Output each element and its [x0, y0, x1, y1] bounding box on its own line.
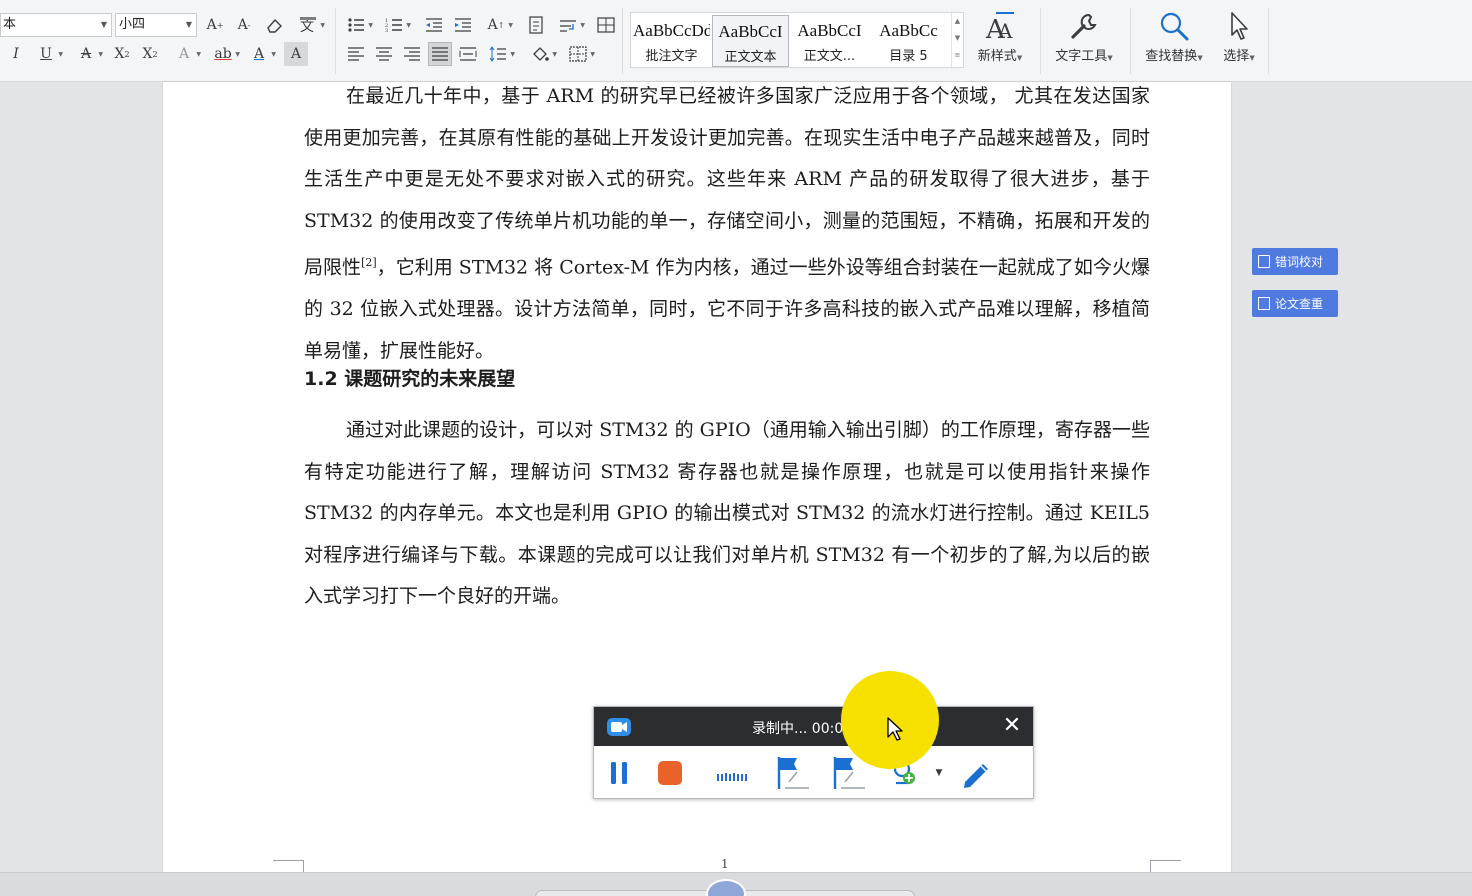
pause-icon: [611, 762, 627, 784]
screen-recorder-widget: 录制中... 00:0 ✕ ▼: [593, 706, 1034, 799]
pause-button[interactable]: [608, 756, 630, 790]
audio-level-button[interactable]: [716, 756, 748, 790]
style-body-text[interactable]: AaBbCcI 正文文本: [712, 15, 789, 67]
style-name: 目录 5: [889, 49, 928, 64]
svg-text:A: A: [997, 19, 1013, 42]
section-heading[interactable]: 1.2 课题研究的未来展望: [304, 364, 515, 391]
style-toc-5[interactable]: AaBbCc 目录 5: [870, 15, 947, 67]
select-label: 选择: [1223, 49, 1250, 64]
pointer-icon: [1214, 10, 1264, 42]
new-style-label: 新样式: [977, 49, 1017, 64]
mouse-cursor-icon: [887, 717, 903, 741]
audio-level-icon: [717, 773, 747, 781]
strikethrough-icon[interactable]: A ▼: [74, 42, 103, 66]
paragraph-1-text: 在最近几十年中，基于 ARM 的研究早已经被许多国家广泛应用于各个领域， 尤其在…: [304, 85, 1150, 279]
document-check-icon: [1258, 255, 1270, 268]
proofread-label: 错词校对: [1275, 255, 1324, 269]
table-insert-icon[interactable]: [594, 13, 618, 37]
char-shading-icon[interactable]: A: [284, 42, 308, 66]
text-tools-label: 文字工具: [1055, 49, 1108, 64]
style-name: 批注文字: [645, 49, 698, 64]
webcam-dropdown[interactable]: ▼: [932, 756, 946, 790]
style-body-text-2[interactable]: AaBbCcI 正文文...: [791, 15, 868, 67]
increase-indent-icon[interactable]: [451, 13, 475, 37]
align-right-icon[interactable]: [400, 42, 424, 66]
paragraph-2[interactable]: 通过对此课题的设计，可以对 STM32 的 GPIO（通用输入输出引脚）的工作原…: [304, 410, 1150, 618]
page-number: 1: [721, 857, 729, 871]
shrink-font-icon[interactable]: A-: [232, 13, 256, 37]
text-direction-icon[interactable]: A ↑ ▼: [484, 13, 513, 37]
font-name-value: 本: [3, 17, 17, 32]
style-preview: AaBbCc: [879, 21, 938, 40]
decrease-indent-icon[interactable]: [422, 13, 446, 37]
style-preview: AaBbCcDd: [633, 21, 710, 40]
line-spacing-icon[interactable]: ▼: [486, 42, 515, 66]
pen-icon: [964, 764, 988, 788]
phonetic-guide-icon[interactable]: 文 ▼: [296, 13, 325, 37]
citation-marker: [2]: [361, 256, 377, 270]
wrench-icon: [1048, 10, 1120, 42]
plagiarism-check-button[interactable]: 论文查重: [1252, 290, 1338, 317]
font-color-icon[interactable]: A ▼: [247, 42, 276, 66]
style-preview: AaBbCcI: [797, 21, 862, 40]
clear-format-icon[interactable]: [262, 13, 286, 37]
style-name: 正文文...: [803, 49, 856, 64]
stop-button[interactable]: [656, 756, 684, 790]
border-icon[interactable]: ▼: [566, 42, 595, 66]
recording-status: 录制中... 00:0: [752, 721, 844, 737]
find-replace-button[interactable]: 查找替换▼: [1138, 10, 1210, 72]
italic-icon[interactable]: I: [4, 42, 28, 66]
paragraph-1-tail: ，它利用 STM32 将 Cortex-M 作为内核，通过一些外设等组合封装在一…: [304, 256, 1150, 362]
superscript-icon[interactable]: X2: [110, 42, 134, 66]
new-style-icon: AA: [970, 10, 1030, 42]
ribbon-toolbar: 本 ▼ 小四 ▼ A + A- 文 ▼ ▼ 1 2 3 ▼ A ↑ ▼ ▼ I U ▼ A ▼ X2 …: [0, 0, 1472, 82]
recorder-header[interactable]: 录制中... 00:0 ✕: [594, 707, 1033, 746]
numbered-list-icon[interactable]: 1 2 3 ▼: [382, 13, 411, 37]
new-style-button[interactable]: AA 新样式▼: [970, 10, 1030, 72]
stop-icon: [658, 761, 682, 785]
svg-text:3: 3: [385, 28, 388, 33]
highlight-color-icon[interactable]: ab ▼: [211, 42, 240, 66]
style-comment-text[interactable]: AaBbCcDd 批注文字: [633, 15, 710, 67]
text-effect-icon[interactable]: A ▼: [172, 42, 201, 66]
underline-icon[interactable]: U ▼: [34, 42, 63, 66]
chevron-down-icon: ▼: [935, 768, 943, 778]
search-icon: [1138, 10, 1210, 42]
marker-start-button[interactable]: [774, 756, 814, 790]
select-button[interactable]: 选择▼: [1214, 10, 1264, 72]
style-gallery: AaBbCcDd 批注文字 AaBbCcI 正文文本 AaBbCcI 正文文..…: [630, 12, 964, 68]
sort-icon[interactable]: [524, 13, 548, 37]
plagiarism-label: 论文查重: [1275, 297, 1324, 311]
text-tools-button[interactable]: 文字工具▼: [1048, 10, 1120, 72]
chevron-down-icon: ▼: [185, 20, 192, 29]
gallery-scroll[interactable]: ▲ ▼ ≡: [951, 13, 963, 67]
camera-icon: [607, 718, 631, 736]
recorder-toolbar: ▼: [594, 746, 1033, 800]
shading-fill-icon[interactable]: ▼: [528, 42, 557, 66]
font-size-select[interactable]: 小四 ▼: [115, 13, 197, 37]
find-replace-label: 查找替换: [1145, 49, 1198, 64]
align-left-icon[interactable]: [344, 42, 368, 66]
font-name-select[interactable]: 本 ▼: [0, 13, 112, 37]
paragraph-1[interactable]: 在最近几十年中，基于 ARM 的研究早已经被许多国家广泛应用于各个领域， 尤其在…: [304, 76, 1150, 372]
style-name: 正文文本: [724, 50, 777, 65]
flag-marker-icon: [777, 757, 809, 789]
pen-annotation-button[interactable]: [958, 756, 994, 790]
distributed-align-icon[interactable]: [456, 42, 480, 66]
document-search-icon: [1258, 297, 1270, 310]
grow-font-icon[interactable]: A +: [203, 13, 227, 37]
bullet-list-icon[interactable]: ▼: [344, 13, 373, 37]
subscript-icon[interactable]: X2: [138, 42, 162, 66]
proofread-button[interactable]: 错词校对: [1252, 248, 1338, 275]
svg-text:文: 文: [300, 19, 314, 34]
align-center-icon[interactable]: [372, 42, 396, 66]
font-size-value: 小四: [119, 17, 146, 32]
justify-icon[interactable]: [428, 42, 452, 66]
style-preview: AaBbCcI: [718, 22, 783, 41]
close-icon[interactable]: ✕: [1001, 715, 1023, 737]
chevron-down-icon: ▼: [100, 20, 107, 29]
line-break-icon[interactable]: ▼: [556, 13, 585, 37]
